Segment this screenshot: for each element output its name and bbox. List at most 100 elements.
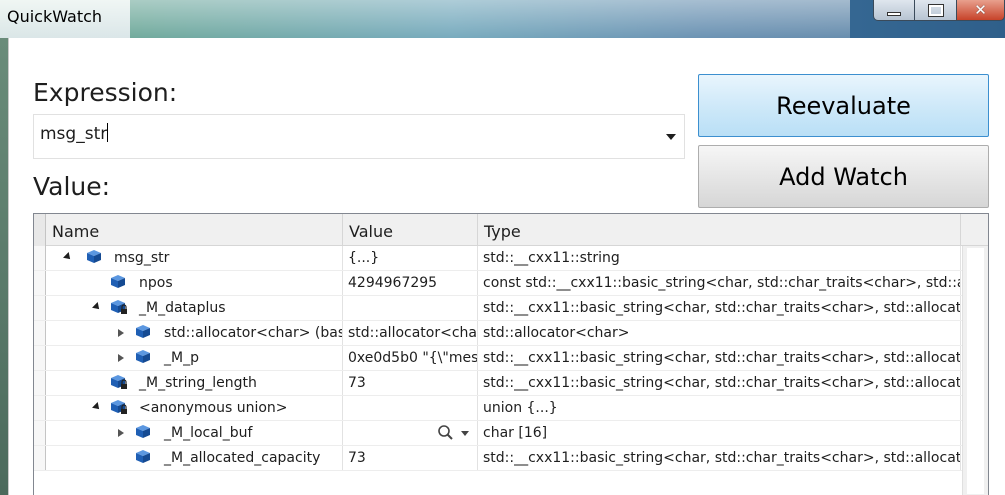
vertical-scrollbar[interactable] [962,246,988,495]
column-header-type[interactable]: Type [478,214,961,246]
type-cell[interactable]: std::__cxx11::basic_string<char, std::ch… [478,346,961,370]
value-cell[interactable] [343,396,478,420]
minimize-button[interactable] [873,0,915,21]
private-field-icon [110,299,128,316]
scrollbar-thumb[interactable] [967,248,984,494]
type-cell[interactable]: std::__cxx11::basic_string<char, std::ch… [478,446,961,470]
table-row[interactable]: _M_local_buf char [16] [34,421,988,446]
table-row[interactable]: _M_allocated_capacity 73 std::__cxx11::bas… [34,446,988,471]
window-left-edge [0,38,8,495]
field-icon [135,349,153,366]
row-name: std::allocator<char> (base) [164,325,343,341]
value-cell[interactable]: {...} [343,246,478,270]
table-row[interactable]: npos 4294967295 const std::__cxx11::basic_… [34,271,988,296]
column-header-filler [961,214,988,246]
value-cell[interactable] [343,296,478,320]
private-field-icon [110,399,128,416]
collapsed-arrow-icon[interactable] [118,354,124,362]
expression-combobox[interactable]: msg_str [33,114,685,159]
name-cell[interactable]: <anonymous union> [46,396,343,420]
row-name: _M_string_length [139,375,257,391]
name-cell[interactable]: npos [46,271,343,295]
type-cell[interactable]: char [16] [478,421,961,445]
row-gutter [34,421,46,445]
collapsed-arrow-icon[interactable] [118,429,124,437]
field-icon [110,274,128,291]
title-bar-background [130,0,850,38]
column-header-value[interactable]: Value [343,214,478,246]
close-icon: ✕ [974,1,987,19]
row-name: _M_allocated_capacity [164,450,321,466]
row-name: _M_dataplus [139,300,226,316]
value-cell[interactable]: 0xe0d5b0 "{\"mess [343,346,478,370]
value-cell[interactable]: 4294967295 [343,271,478,295]
grid-header: Name Value Type [34,214,988,246]
visualizer-magnifier-icon[interactable] [437,425,473,445]
field-icon [135,324,153,341]
row-gutter [34,246,46,270]
expanded-arrow-icon[interactable] [63,252,73,262]
row-value: 4294967295 [348,275,438,291]
name-cell[interactable]: _M_p [46,346,343,370]
field-icon [135,449,153,466]
row-value: {...} [348,250,380,266]
title-bar[interactable]: QuickWatch ✕ [0,0,1005,38]
text-caret [107,123,109,142]
row-gutter [34,321,46,345]
watch-grid[interactable]: Name Value Type msg_str {...} std::__cxx11… [33,213,989,495]
type-cell[interactable]: std::__cxx11::string [478,246,961,270]
value-cell[interactable] [343,421,478,445]
grid-rows: msg_str {...} std::__cxx11::stringnpos 4294… [34,246,988,471]
column-header-name[interactable]: Name [46,214,343,246]
table-row[interactable]: _M_p 0xe0d5b0 "{\"mess std::__cxx11::basic… [34,346,988,371]
table-row[interactable]: _M_string_length 73 std::__cxx11::basic_st… [34,371,988,396]
maximize-button[interactable] [915,0,957,21]
chevron-down-icon[interactable] [666,134,676,140]
expanded-arrow-icon[interactable] [92,402,102,412]
row-name: msg_str [114,250,170,266]
field-icon [135,424,153,441]
window-title: QuickWatch [7,7,103,26]
value-cell[interactable]: 73 [343,371,478,395]
table-row[interactable]: std::allocator<char> (base) std::allocato… [34,321,988,346]
name-cell[interactable]: _M_string_length [46,371,343,395]
row-gutter [34,346,46,370]
name-cell[interactable]: _M_allocated_capacity [46,446,343,470]
type-cell[interactable]: std::__cxx11::basic_string<char, std::ch… [478,371,961,395]
collapsed-arrow-icon[interactable] [118,329,124,337]
table-row[interactable]: <anonymous union> union {...} [34,396,988,421]
value-cell[interactable]: 73 [343,446,478,470]
type-cell[interactable]: union {...} [478,396,961,420]
row-name: _M_p [164,350,199,366]
maximize-icon [927,3,944,17]
row-gutter [34,371,46,395]
table-row[interactable]: msg_str {...} std::__cxx11::string [34,246,988,271]
row-gutter [34,396,46,420]
row-value: 73 [348,375,366,391]
name-cell[interactable]: _M_dataplus [46,296,343,320]
header-gutter [34,214,46,246]
name-cell[interactable]: msg_str [46,246,343,270]
row-gutter [34,271,46,295]
name-cell[interactable]: std::allocator<char> (base) [46,321,343,345]
row-name: <anonymous union> [139,400,288,416]
expression-value: msg_str [40,124,108,144]
row-value: 0xe0d5b0 "{\"mess [348,350,478,366]
table-row[interactable]: _M_dataplus std::__cxx11::basic_string<ch… [34,296,988,321]
close-button[interactable]: ✕ [957,0,1005,21]
type-cell[interactable]: std::__cxx11::basic_string<char, std::ch… [478,296,961,320]
expression-input[interactable]: msg_str [40,123,109,144]
row-name: _M_local_buf [164,425,253,441]
expanded-arrow-icon[interactable] [92,302,102,312]
name-cell[interactable]: _M_local_buf [46,421,343,445]
value-cell[interactable]: std::allocator<char [343,321,478,345]
type-cell[interactable]: std::allocator<char> [478,321,961,345]
private-field-icon [110,374,128,391]
minimize-icon [887,12,901,16]
row-name: npos [139,275,173,291]
type-cell[interactable]: const std::__cxx11::basic_string<char, s… [478,271,961,295]
reevaluate-button[interactable]: Reevaluate [698,74,989,137]
add-watch-button[interactable]: Add Watch [698,145,989,208]
row-value: 73 [348,450,366,466]
row-gutter [34,296,46,320]
